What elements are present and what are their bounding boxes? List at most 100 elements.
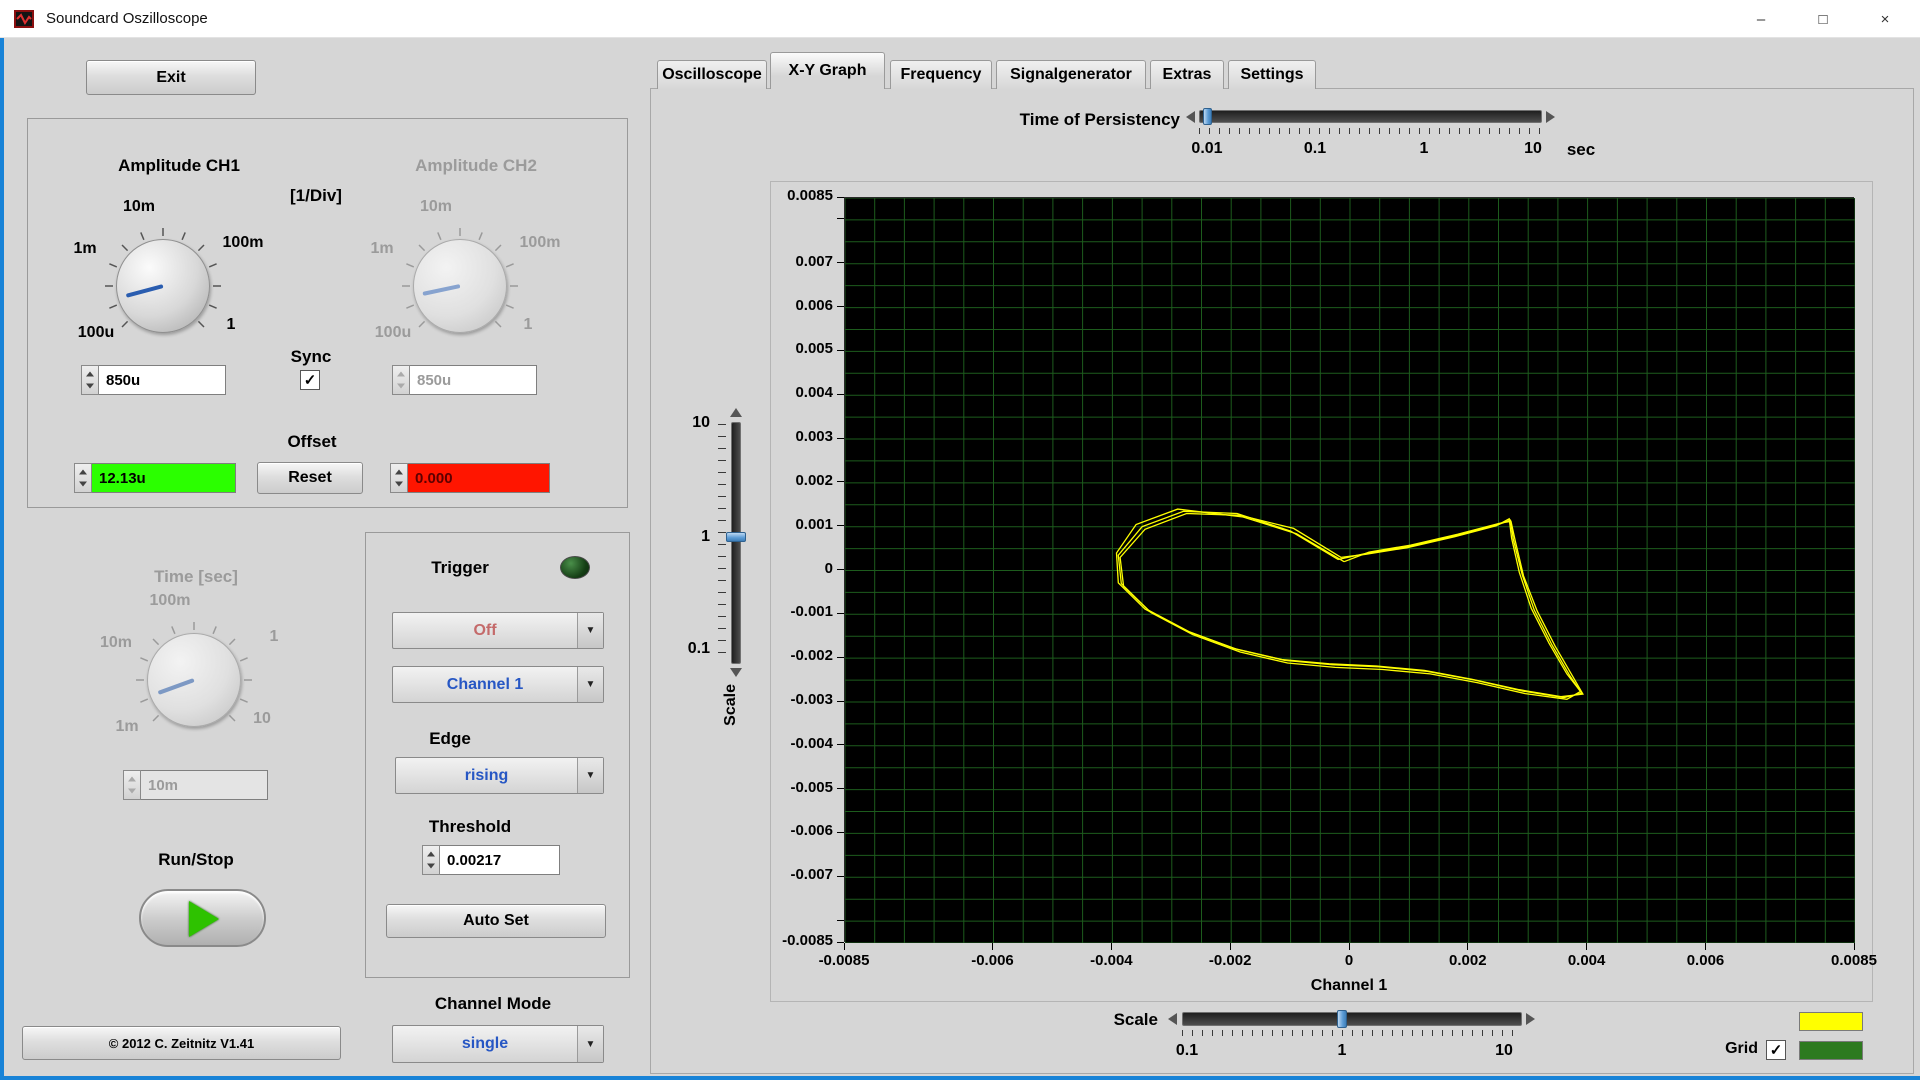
channel-mode-value: single: [393, 1026, 577, 1062]
hscale-tick-label: 1: [1312, 1042, 1372, 1060]
vertical-scale-thumb[interactable]: [726, 532, 746, 542]
run-stop-label: Run/Stop: [116, 850, 276, 870]
vertical-scale-track[interactable]: [731, 422, 741, 664]
x-axis-tick: [1467, 943, 1468, 950]
x-axis-tick: [1230, 943, 1231, 950]
spinner-arrows[interactable]: [392, 365, 410, 395]
persistency-slider-track[interactable]: [1199, 110, 1542, 123]
horizontal-scale-track[interactable]: [1182, 1012, 1522, 1026]
horizontal-scale-thumb[interactable]: [1337, 1010, 1347, 1028]
amplitude-ch2-title: Amplitude CH2: [376, 156, 576, 176]
x-axis-label: 0.0085: [1814, 952, 1894, 969]
amplitude-ch1-input[interactable]: 850u: [81, 365, 226, 395]
y-axis-tick: [837, 613, 844, 614]
y-axis-tick: [837, 262, 844, 263]
tab-signalgenerator[interactable]: Signalgenerator: [996, 60, 1146, 89]
slider-decrement-arrow[interactable]: [1168, 1013, 1177, 1025]
knob-tick-label: 100m: [213, 234, 273, 252]
time-value[interactable]: 10m: [141, 770, 268, 800]
trigger-source-dropdown[interactable]: Channel 1 ▼: [392, 666, 604, 703]
horizontal-scale-label: Scale: [1028, 1010, 1158, 1030]
threshold-input[interactable]: 0.00217: [422, 845, 560, 875]
y-axis-tick: [837, 832, 844, 833]
y-axis-tick: [837, 197, 844, 198]
spinner-arrows[interactable]: [390, 463, 408, 493]
ch2-color-swatch: [1799, 1041, 1863, 1060]
persistency-tick-label: 10: [1503, 140, 1563, 158]
x-axis-title: Channel 1: [1279, 977, 1419, 995]
y-axis-tick: [837, 744, 844, 745]
x-axis-label: -0.0085: [804, 952, 884, 969]
spinner-arrows[interactable]: [74, 463, 92, 493]
chevron-down-icon[interactable]: ▼: [577, 1026, 603, 1062]
x-axis-tick: [1705, 943, 1706, 950]
y-axis-label: -0.005: [771, 779, 833, 796]
amplitude-ch2-value[interactable]: 850u: [410, 365, 537, 395]
window-border-left: [0, 38, 4, 1080]
slider-increment-arrow[interactable]: [1526, 1013, 1535, 1025]
chevron-down-icon[interactable]: ▼: [577, 758, 603, 793]
close-icon[interactable]: ×: [1854, 0, 1916, 38]
offset-ch2-input[interactable]: 0.000: [390, 463, 550, 493]
horizontal-scale-ticks: [1182, 1030, 1522, 1036]
x-axis-tick: [844, 943, 845, 950]
tab-xy-graph[interactable]: X-Y Graph: [770, 52, 885, 89]
threshold-value[interactable]: 0.00217: [440, 845, 560, 875]
sync-checkbox[interactable]: ✓: [300, 370, 320, 390]
y-axis-label: 0.0085: [771, 187, 833, 204]
minimize-icon[interactable]: –: [1730, 0, 1792, 38]
offset-ch1-input[interactable]: 12.13u: [74, 463, 236, 493]
y-axis-label: -0.007: [771, 866, 833, 883]
y-axis-tick: [837, 569, 844, 570]
run-stop-button[interactable]: [139, 889, 266, 947]
time-knob[interactable]: 1m 10m 100m 1 10: [94, 588, 304, 758]
trigger-mode-dropdown[interactable]: Off ▼: [392, 612, 604, 649]
vscale-tick-label: 0.1: [664, 640, 710, 658]
chevron-down-icon[interactable]: ▼: [577, 613, 603, 648]
y-axis-label: -0.0085: [771, 932, 833, 949]
x-axis-label: 0.002: [1428, 952, 1508, 969]
ch2-offset-field[interactable]: 0.000: [408, 463, 550, 493]
sync-label: Sync: [276, 347, 346, 367]
chevron-down-icon[interactable]: ▼: [577, 667, 603, 702]
channel-mode-dropdown[interactable]: single ▼: [392, 1025, 604, 1063]
knob-tick-label: 100u: [363, 324, 423, 342]
y-axis-tick: [837, 920, 844, 921]
tab-oscilloscope[interactable]: Oscilloscope: [657, 60, 767, 89]
trigger-led: [560, 556, 590, 579]
amplitude-ch1-value[interactable]: 850u: [99, 365, 226, 395]
slider-increment-arrow[interactable]: [1546, 111, 1555, 123]
ch1-offset-field[interactable]: 12.13u: [92, 463, 236, 493]
reset-button[interactable]: Reset: [257, 462, 363, 494]
amplitude-ch1-knob[interactable]: 100u 1m 10m 100m 1: [63, 194, 273, 364]
persistency-slider-thumb[interactable]: [1203, 108, 1212, 125]
knob-tick-label: 10m: [86, 634, 146, 652]
time-input[interactable]: 10m: [123, 770, 268, 800]
play-icon: [189, 901, 219, 937]
app-window: Soundcard Oszilloscope – □ × Exit Amplit…: [0, 0, 1920, 1080]
slider-decrement-arrow[interactable]: [1186, 111, 1195, 123]
slider-up-arrow[interactable]: [730, 408, 742, 417]
channel-mode-label: Channel Mode: [413, 994, 573, 1014]
exit-button[interactable]: Exit: [86, 60, 256, 95]
tab-settings[interactable]: Settings: [1228, 60, 1316, 89]
y-axis-label: 0.003: [771, 428, 833, 445]
spinner-arrows[interactable]: [81, 365, 99, 395]
tab-frequency[interactable]: Frequency: [890, 60, 992, 89]
x-axis-label: 0.004: [1547, 952, 1627, 969]
spinner-arrows[interactable]: [422, 845, 440, 875]
amplitude-ch2-input[interactable]: 850u: [392, 365, 537, 395]
xy-graph-panel: Channel 1 0.00850.0070.0060.0050.0040.00…: [770, 181, 1873, 1002]
spinner-arrows[interactable]: [123, 770, 141, 800]
amplitude-ch1-title: Amplitude CH1: [79, 156, 279, 176]
amplitude-ch2-knob[interactable]: 100u 1m 10m 100m 1: [360, 194, 570, 364]
slider-down-arrow[interactable]: [730, 668, 742, 677]
maximize-icon[interactable]: □: [1792, 0, 1854, 38]
tab-extras[interactable]: Extras: [1150, 60, 1224, 89]
y-axis-tick: [837, 438, 844, 439]
copyright-bar: © 2012 C. Zeitnitz V1.41: [22, 1026, 341, 1060]
auto-set-button[interactable]: Auto Set: [386, 904, 606, 938]
persistency-tick-label: 1: [1394, 140, 1454, 158]
grid-checkbox[interactable]: ✓: [1766, 1040, 1786, 1060]
edge-dropdown[interactable]: rising ▼: [395, 757, 604, 794]
